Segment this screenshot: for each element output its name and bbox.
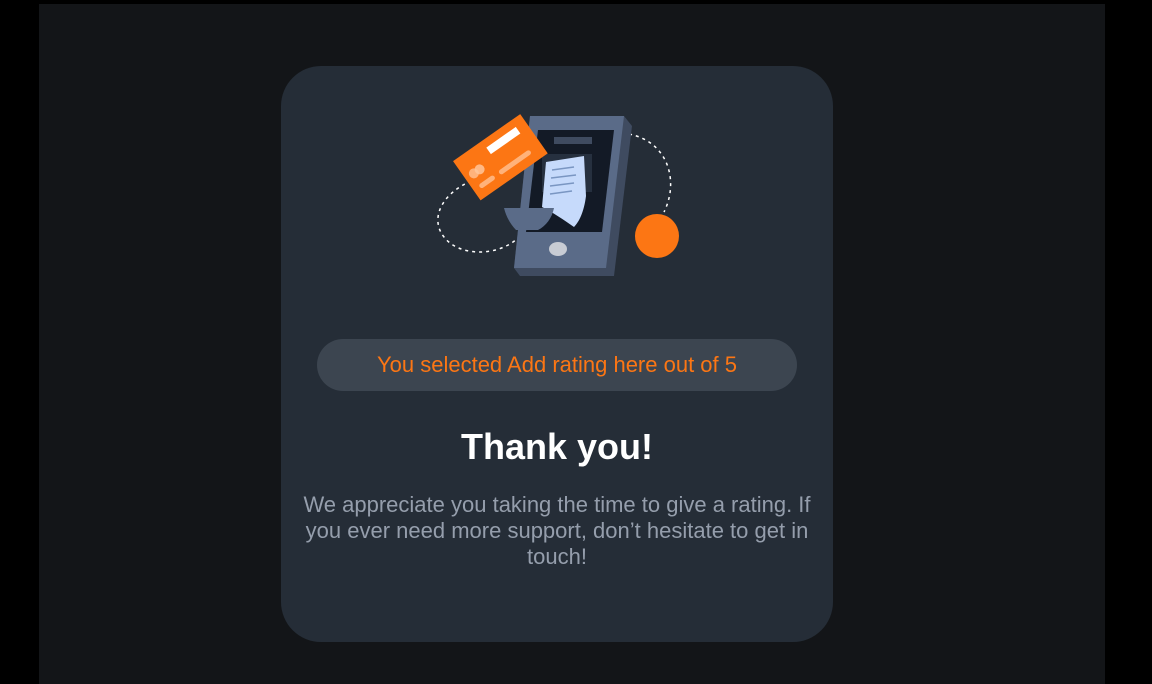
phone-receipt-card-illustration-icon <box>434 112 684 280</box>
thank-you-message: We appreciate you taking the time to giv… <box>303 492 811 569</box>
selected-rating-text: You selected Add rating here out of 5 <box>376 352 737 377</box>
thank-you-title: Thank you! <box>460 426 653 467</box>
selected-rating-badge: You selected Add rating here out of 5 <box>317 339 797 391</box>
